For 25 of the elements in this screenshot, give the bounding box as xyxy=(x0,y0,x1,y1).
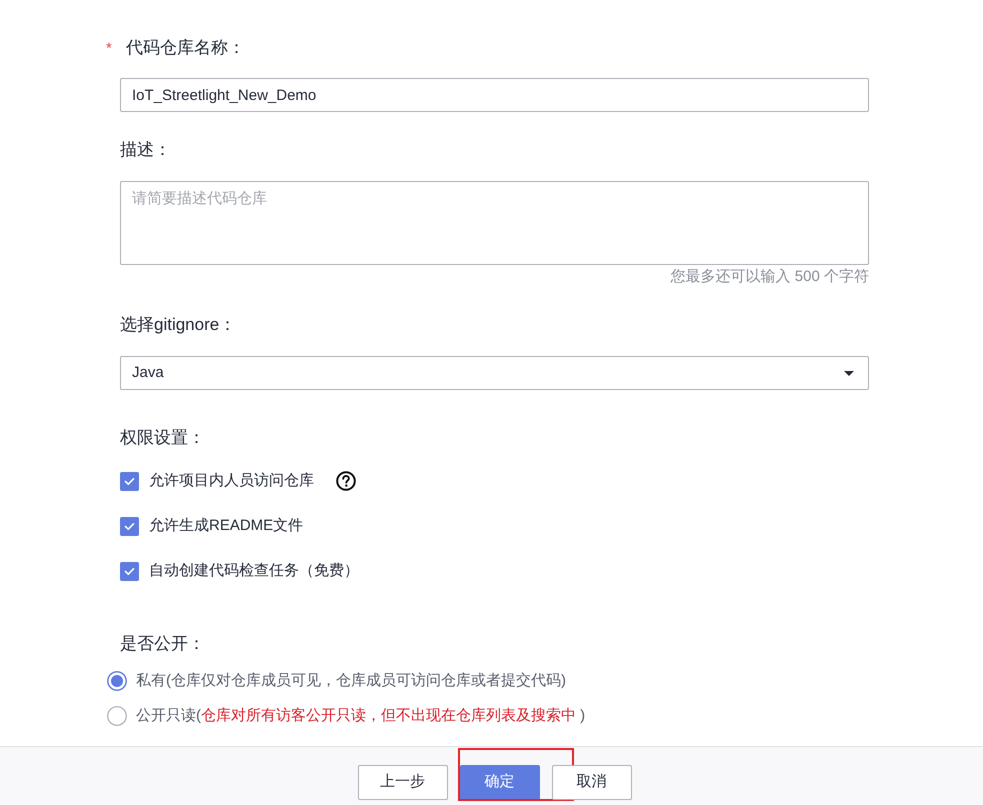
checkbox-label: 允许项目内人员访问仓库 xyxy=(149,470,314,491)
radio-button[interactable] xyxy=(107,706,127,726)
radio-label: 公开只读(仓库对所有访客公开只读，但不出现在仓库列表及搜索中 ) xyxy=(136,706,586,726)
primary-button[interactable]: 确定 xyxy=(460,765,540,800)
field-label: 权限设置： xyxy=(120,427,205,449)
required-mark: * xyxy=(106,40,113,56)
description-textarea[interactable]: 请简要描述代码仓库 xyxy=(120,181,869,265)
help-icon[interactable] xyxy=(336,471,356,491)
checkbox[interactable] xyxy=(120,562,139,580)
secondary-button[interactable]: 上一步 xyxy=(358,765,448,800)
field-label: 代码仓库名称： xyxy=(126,37,245,59)
caret-icon xyxy=(844,370,854,376)
checkbox[interactable] xyxy=(120,516,139,536)
checkbox-label: 允许生成README文件 xyxy=(149,516,304,536)
field-label: 描述： xyxy=(120,139,171,161)
dropdown-select[interactable]: Java xyxy=(120,356,869,390)
checkbox-label: 自动创建代码检查任务（免费） xyxy=(149,560,359,581)
secondary-button[interactable]: 取消 xyxy=(552,765,632,800)
text-input[interactable]: IoT_Streetlight_New_Demo xyxy=(120,78,869,112)
character-counter: 您最多还可以输入 500 个字符 xyxy=(670,268,869,286)
field-label: 是否公开： xyxy=(120,633,205,655)
field-label: 选择gitignore： xyxy=(120,314,236,336)
checkbox[interactable] xyxy=(120,472,139,490)
radio-button[interactable] xyxy=(107,671,127,691)
radio-label: 私有(仓库仅对仓库成员可见，仓库成员可访问仓库或者提交代码) xyxy=(136,670,566,691)
